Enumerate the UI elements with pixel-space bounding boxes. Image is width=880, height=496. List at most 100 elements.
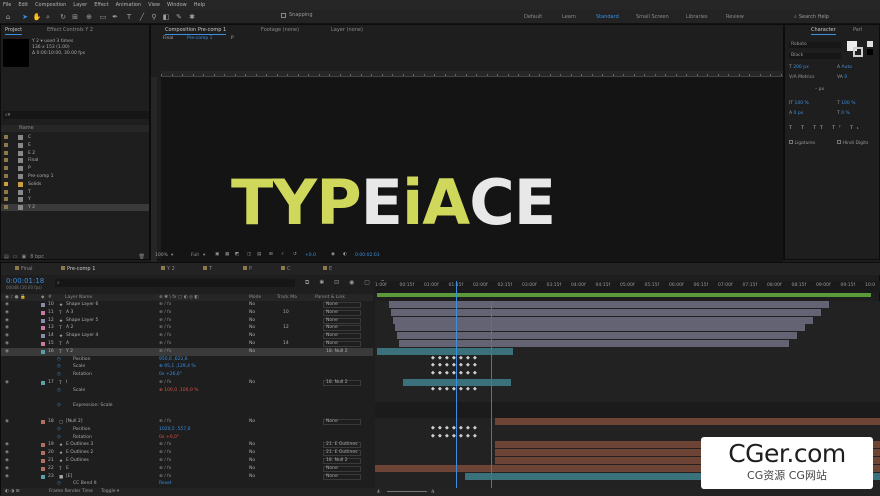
parent-select[interactable]: None <box>323 309 361 316</box>
layer-switches[interactable]: ⊕ / fx <box>159 449 171 457</box>
label-swatch[interactable] <box>41 326 45 331</box>
parent-select[interactable]: None <box>323 325 361 332</box>
black-swatch[interactable] <box>867 49 873 55</box>
label-swatch[interactable] <box>41 420 45 424</box>
font-size-field[interactable]: T 200 px <box>789 65 809 71</box>
track-matte-select[interactable]: 14 <box>283 340 289 348</box>
label-swatch[interactable] <box>41 349 45 354</box>
faux-style-buttons[interactable]: T T TT Tᵀ T₁ <box>789 126 863 132</box>
menu-item-layer[interactable]: Layer <box>73 2 87 8</box>
search-help[interactable]: ⌕ Search Help <box>794 13 864 21</box>
track-matte-select[interactable]: 12 <box>283 324 289 332</box>
layer-switches[interactable]: ⊕ / fx <box>159 332 171 340</box>
keyframe-icon[interactable]: ◆ <box>459 362 463 368</box>
time-ruler[interactable]: 1:00f00:15f01:00f01:15f02:00f02:15f03:00… <box>375 281 880 293</box>
layer-switches[interactable]: ⊕ / fx <box>159 379 171 387</box>
layer-row[interactable]: ◉ 20 ★ E Outlines 2 ⊕ / fx No 21. E Outlines <box>1 449 373 457</box>
property-row[interactable]: Position 950,6 ,622,6 ◷ <box>1 356 373 364</box>
keyframe-icon[interactable]: ◆ <box>431 433 435 439</box>
layer-switches[interactable]: ⊕ / fx <box>159 457 171 465</box>
hindi-digits-checkbox[interactable] <box>837 140 841 144</box>
parent-select[interactable]: None <box>323 419 361 425</box>
blend-mode-select[interactable]: No <box>249 309 255 317</box>
blend-mode-select[interactable]: No <box>249 340 255 348</box>
bpc-label[interactable]: 8 bpc <box>30 254 44 260</box>
zoom-in-icon[interactable]: ◮ <box>431 489 434 494</box>
resolution-select[interactable]: Full <box>191 253 199 258</box>
layer-switches[interactable]: ⊕ / fx <box>159 465 171 473</box>
breadcrumb-p[interactable]: P <box>231 36 234 41</box>
expression-area[interactable] <box>375 402 880 418</box>
layer-row[interactable]: ◉ 18 □ [Null 2] ⊕ / fx No None <box>1 418 373 426</box>
keyframe-icon[interactable]: ◆ <box>438 362 442 368</box>
roto-brush-tool-icon[interactable]: ✎ <box>174 12 184 22</box>
snapping-checkbox[interactable] <box>281 12 286 18</box>
tab-footage[interactable]: Footage (none) <box>261 26 299 34</box>
pan-behind-tool-icon[interactable]: ⊕ <box>84 12 94 22</box>
keyframe-icon[interactable]: ◆ <box>473 425 477 431</box>
puppet-tool-icon[interactable]: ✱ <box>187 12 197 22</box>
tab-pre-comp-1[interactable]: Pre-comp 1 <box>61 266 95 272</box>
project-item[interactable]: Final <box>1 157 149 164</box>
snapshot-icon[interactable]: ◉ <box>331 252 335 257</box>
vertical-scale-field[interactable]: IT 100 % <box>789 101 809 107</box>
hindi-digits-option[interactable]: Hindi Digits <box>837 140 868 146</box>
blend-mode-select[interactable]: No <box>249 457 255 465</box>
label-swatch[interactable] <box>41 443 45 448</box>
menu-item-effect[interactable]: Effect <box>94 2 108 8</box>
project-item[interactable]: E 2 <box>1 150 149 157</box>
project-item[interactable]: Y <box>1 196 149 203</box>
tab-character[interactable]: Character <box>811 26 836 35</box>
layer-switches[interactable]: ⊕ / fx <box>159 301 171 309</box>
property-row[interactable] <box>1 410 373 418</box>
project-item[interactable]: Y 2 <box>1 204 149 212</box>
keyframe-icon[interactable]: ◆ <box>431 425 435 431</box>
layer-row[interactable]: ◉ 11 T A 3 ⊕ / fx No 10 None <box>1 309 373 317</box>
keyframe-icon[interactable]: ◆ <box>473 362 477 368</box>
index-column-icon[interactable]: # <box>48 295 52 300</box>
parent-select[interactable]: None <box>323 473 361 480</box>
property-row[interactable]: Expression: Scale ◷ <box>1 402 373 410</box>
menu-item-view[interactable]: View <box>148 2 160 8</box>
camera-tool-icon[interactable]: ⊞ <box>70 12 80 22</box>
keyframe-icon[interactable]: ◆ <box>438 355 442 361</box>
menu-item-window[interactable]: Window <box>167 2 187 8</box>
layer-row[interactable]: ◉ 10 ★ Shape Layer 6 ⊕ / fx No None <box>1 301 373 309</box>
label-swatch[interactable] <box>41 459 45 463</box>
keyframe-icon[interactable]: ◆ <box>438 433 442 439</box>
tab-effect-controls[interactable]: Effect Controls Y 2 <box>47 26 93 34</box>
keyframe-icon[interactable]: ◆ <box>438 370 442 376</box>
tracking-field[interactable]: VA 0 <box>837 75 847 81</box>
layer-row[interactable]: ◉ 21 ★ E Outlines ⊕ / fx No 18. Null 2 <box>1 457 373 465</box>
keyframe-icon[interactable]: ◆ <box>473 433 477 439</box>
tab-y-2[interactable]: Y 2 <box>161 266 175 272</box>
zoom-tool-icon[interactable]: ⌕ <box>43 12 53 22</box>
blend-mode-select[interactable]: No <box>249 379 255 387</box>
menu-item-help[interactable]: Help <box>194 2 205 8</box>
keyframe-icon[interactable]: ◆ <box>431 355 435 361</box>
visibility-eye-icon[interactable]: ◉ <box>5 348 9 356</box>
toggle-pixel-icon[interactable]: ⊞ <box>269 252 273 257</box>
keyframe-icon[interactable]: ◆ <box>445 433 449 439</box>
parent-select[interactable]: None <box>323 465 361 472</box>
layer-row[interactable]: ◉ 17 T I ⊕ / fx No 18. Null 2 <box>1 379 373 387</box>
selection-tool-icon[interactable]: ➤ <box>20 12 30 22</box>
visibility-eye-icon[interactable]: ◉ <box>5 379 9 387</box>
label-column-icon[interactable]: ◆ <box>41 295 44 300</box>
view-layout-icon[interactable]: ▤ <box>257 252 261 257</box>
blend-mode-select[interactable]: No <box>249 441 255 449</box>
visibility-eye-icon[interactable]: ◉ <box>5 449 9 457</box>
switches-header-icons[interactable]: ⊕ ✱ \ fx ▢ ◐ ◎ ◧ <box>159 295 199 300</box>
layer-switches[interactable]: ⊕ / fx <box>159 473 171 481</box>
blend-mode-select[interactable]: No <box>249 324 255 332</box>
tsume-field[interactable]: T 0 % <box>837 111 850 117</box>
timeline-search-input[interactable]: ⌕ <box>55 279 295 287</box>
hand-tool-icon[interactable]: ✋ <box>32 12 42 22</box>
keyframe-icon[interactable]: ◆ <box>466 362 470 368</box>
layer-bar[interactable] <box>397 332 797 340</box>
stopwatch-icon[interactable]: ◷ <box>57 356 61 364</box>
render-time-icons[interactable]: ◐ ◑ ⊞ <box>5 489 19 494</box>
visibility-eye-icon[interactable]: ◉ <box>5 465 9 473</box>
blend-mode-select[interactable]: No <box>249 317 255 325</box>
tab-project[interactable]: Project <box>5 26 23 35</box>
